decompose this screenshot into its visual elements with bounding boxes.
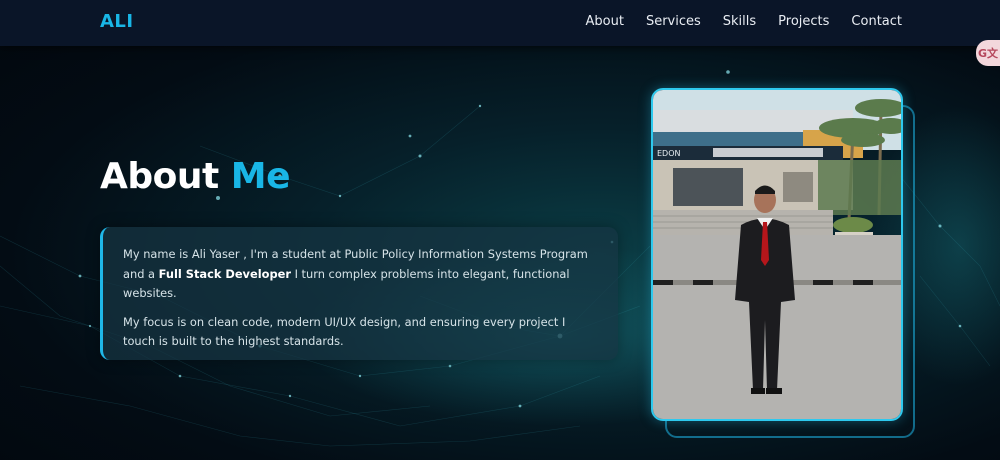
profile-photo-illustration: EDON [653, 90, 901, 419]
nav-link-services[interactable]: Services [646, 14, 701, 29]
translate-widget[interactable]: G文 [976, 40, 1000, 66]
about-role: Full Stack Developer [158, 266, 291, 281]
nav-link-about[interactable]: About [586, 14, 624, 29]
nav-link-skills[interactable]: Skills [723, 14, 756, 29]
logo[interactable]: ALI [100, 11, 134, 32]
building-sign: EDON [657, 149, 681, 158]
title-accent: Me [230, 156, 291, 197]
nav-link-contact[interactable]: Contact [851, 14, 902, 29]
nav-link-projects[interactable]: Projects [778, 14, 829, 29]
about-paragraph-1: My name is Ali Yaser , I'm a student at … [123, 245, 598, 304]
nav-links: About Services Skills Projects Contact [586, 14, 903, 29]
profile-photo: EDON [651, 88, 903, 421]
about-paragraph-2: My focus is on clean code, modern UI/UX … [123, 314, 566, 349]
page-title: About Me [100, 156, 291, 197]
about-card: My name is Ali Yaser , I'm a student at … [100, 227, 618, 360]
title-main: About [100, 156, 219, 197]
navbar: ALI About Services Skills Projects Conta… [0, 0, 1000, 46]
translate-icon: G文 [977, 47, 999, 60]
